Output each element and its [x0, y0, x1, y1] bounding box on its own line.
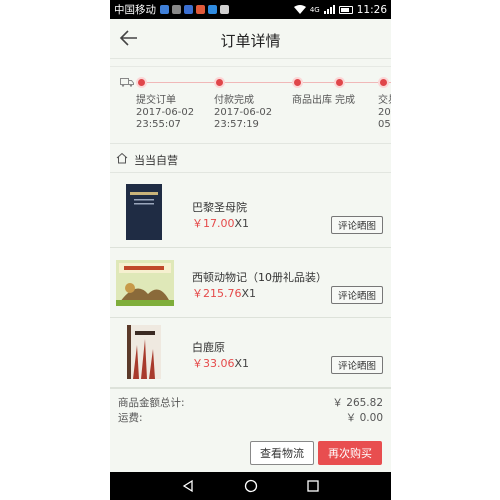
buy-again-button[interactable]: 再次购买 [318, 441, 382, 465]
step-label: 完成 [335, 95, 355, 106]
review-button[interactable]: 评论晒图 [331, 356, 383, 374]
step-date: 2017- [378, 107, 391, 118]
notification-icons [160, 5, 229, 14]
progress-dot [380, 79, 387, 86]
battery-icon [338, 5, 353, 14]
price-value: ￥33.06 [192, 357, 235, 370]
order-progress: 提交订单 2017-06-02 23:55:07 付款完成 2017-06-02… [110, 66, 391, 136]
product-item[interactable]: 白鹿原 ￥33.06X1 评论晒图 [110, 318, 391, 388]
product-name[interactable]: 西顿动物记（10册礼品装） [192, 269, 327, 285]
step-date: 2017-06-02 [136, 107, 195, 118]
order-totals: 商品金额总计: ￥ 265.82 运费: ￥ 0.00 [110, 388, 391, 428]
step-time: 05: [378, 119, 391, 130]
truck-icon [120, 78, 134, 87]
carrier-label: 中国移动 [114, 4, 156, 16]
progress-dot [216, 79, 223, 86]
goods-total-label: 商品金额总计: [118, 397, 185, 409]
sync-icon [172, 5, 181, 14]
progress-step: 交易 2017- 05: [378, 95, 391, 131]
quantity: X1 [241, 287, 257, 300]
home-icon [116, 152, 128, 164]
product-item[interactable]: 西顿动物记（10册礼品装） ￥215.76X1 评论晒图 [110, 248, 391, 318]
product-price: ￥17.00X1 [192, 215, 249, 231]
nav-home-icon[interactable] [244, 479, 258, 493]
step-time: 23:55:07 [136, 119, 181, 130]
shipping-label: 运费: [118, 412, 143, 424]
signal-icon [323, 5, 335, 14]
clock: 11:26 [356, 3, 387, 16]
step-label: 交易 [378, 95, 391, 106]
quantity: X1 [234, 217, 250, 230]
progress-step: 付款完成 2017-06-02 23:57:19 [214, 95, 272, 131]
wifi-icon [293, 5, 306, 14]
view-logistics-button[interactable]: 查看物流 [250, 441, 314, 465]
book-cover-image [116, 260, 174, 306]
nav-recent-apps-icon[interactable] [307, 480, 319, 492]
progress-line [142, 82, 391, 83]
app-notification-icon [208, 5, 217, 14]
product-price: ￥215.76X1 [192, 285, 256, 301]
quantity: X1 [234, 357, 250, 370]
price-value: ￥215.76 [192, 287, 242, 300]
status-bar: 中国移动 4G 11:26 [110, 0, 391, 19]
step-label: 提交订单 [136, 95, 176, 106]
app-notification-icon [220, 5, 229, 14]
step-date: 2017-06-02 [214, 107, 273, 118]
progress-step: 商品出库 [292, 95, 332, 107]
app-notification-icon [160, 5, 169, 14]
price-value: ￥17.00 [192, 217, 235, 230]
app-notification-icon [196, 5, 205, 14]
goods-total-value: ￥ 265.82 [332, 397, 383, 409]
product-price: ￥33.06X1 [192, 355, 249, 371]
progress-dot [336, 79, 343, 86]
progress-dot [294, 79, 301, 86]
review-button[interactable]: 评论晒图 [331, 286, 383, 304]
product-name[interactable]: 巴黎圣母院 [192, 199, 247, 215]
status-right: 4G 11:26 [293, 3, 387, 16]
step-label: 付款完成 [214, 95, 254, 106]
product-item[interactable]: 巴黎圣母院 ￥17.00X1 评论晒图 [110, 178, 391, 248]
phone-screen: 中国移动 4G 11:26 订单详情 提交订单 2017-06-02 23:55… [110, 0, 391, 500]
network-label: 4G [309, 5, 320, 14]
book-cover-image [126, 184, 162, 240]
review-button[interactable]: 评论晒图 [331, 216, 383, 234]
nav-back-icon[interactable] [181, 479, 195, 493]
step-time: 23:57:19 [214, 119, 259, 130]
goods-total-row: 商品金额总计: ￥ 265.82 [118, 395, 383, 410]
step-label: 商品出库 [292, 95, 332, 106]
shipping-row: 运费: ￥ 0.00 [118, 410, 383, 425]
shop-name: 当当自营 [134, 154, 178, 167]
progress-step: 完成 [335, 95, 355, 107]
shop-header[interactable]: 当当自营 [110, 143, 391, 173]
page-title: 订单详情 [220, 32, 281, 50]
progress-dot [138, 79, 145, 86]
app-notification-icon [184, 5, 193, 14]
shipping-value: ￥ 0.00 [345, 412, 383, 424]
product-name[interactable]: 白鹿原 [192, 339, 225, 355]
book-cover-image [127, 325, 161, 379]
system-nav-bar [110, 472, 391, 500]
app-header: 订单详情 [110, 19, 391, 59]
progress-step: 提交订单 2017-06-02 23:55:07 [136, 95, 194, 131]
